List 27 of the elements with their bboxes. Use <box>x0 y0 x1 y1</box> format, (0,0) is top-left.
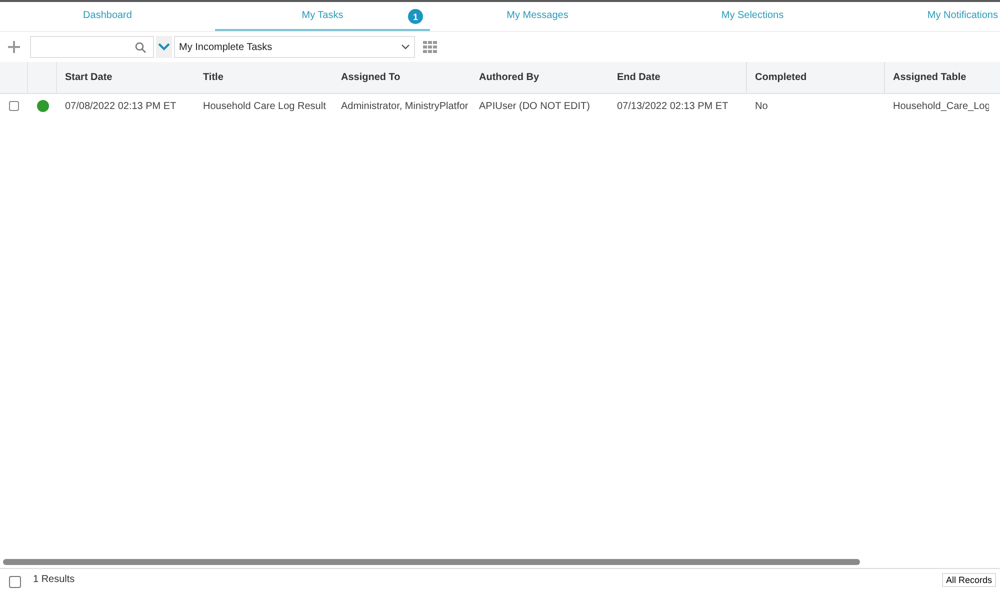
column-header[interactable]: Assigned Table <box>893 72 966 83</box>
chevron-icon <box>158 43 170 51</box>
scrollbar-thumb[interactable] <box>3 559 860 565</box>
expand-button[interactable] <box>156 36 172 58</box>
records-dropdown[interactable]: All Records <box>942 573 996 587</box>
grid-icon[interactable] <box>423 41 437 53</box>
checkbox[interactable] <box>9 101 19 111</box>
add-icon[interactable] <box>8 41 20 53</box>
table-cell: Administrator, MinistryPlatfor <box>341 100 468 112</box>
search-icon <box>135 42 146 52</box>
table-cell: 07/08/2022 02:13 PM ET <box>65 100 176 112</box>
column-header[interactable]: Title <box>203 72 224 83</box>
table-cell: Household Care Log Result <box>203 100 326 112</box>
table-cell: APIUser (DO NOT EDIT) <box>479 100 590 112</box>
results-count: 1 Results <box>33 575 75 585</box>
column-header[interactable]: Start Date <box>65 72 112 83</box>
checkbox[interactable] <box>9 576 21 588</box>
table-cell: 07/13/2022 02:13 PM ET <box>617 100 728 112</box>
table-cell: No <box>755 100 768 112</box>
column-header[interactable]: Authored By <box>479 72 539 83</box>
caret-icon <box>401 44 410 50</box>
count-badge: 1 <box>408 9 423 24</box>
column-header[interactable]: Completed <box>755 72 807 83</box>
column-header[interactable]: Assigned To <box>341 72 400 83</box>
column-header[interactable]: End Date <box>617 72 660 83</box>
search-field[interactable] <box>30 36 154 58</box>
view-dropdown[interactable]: My Incomplete Tasks <box>174 36 415 58</box>
